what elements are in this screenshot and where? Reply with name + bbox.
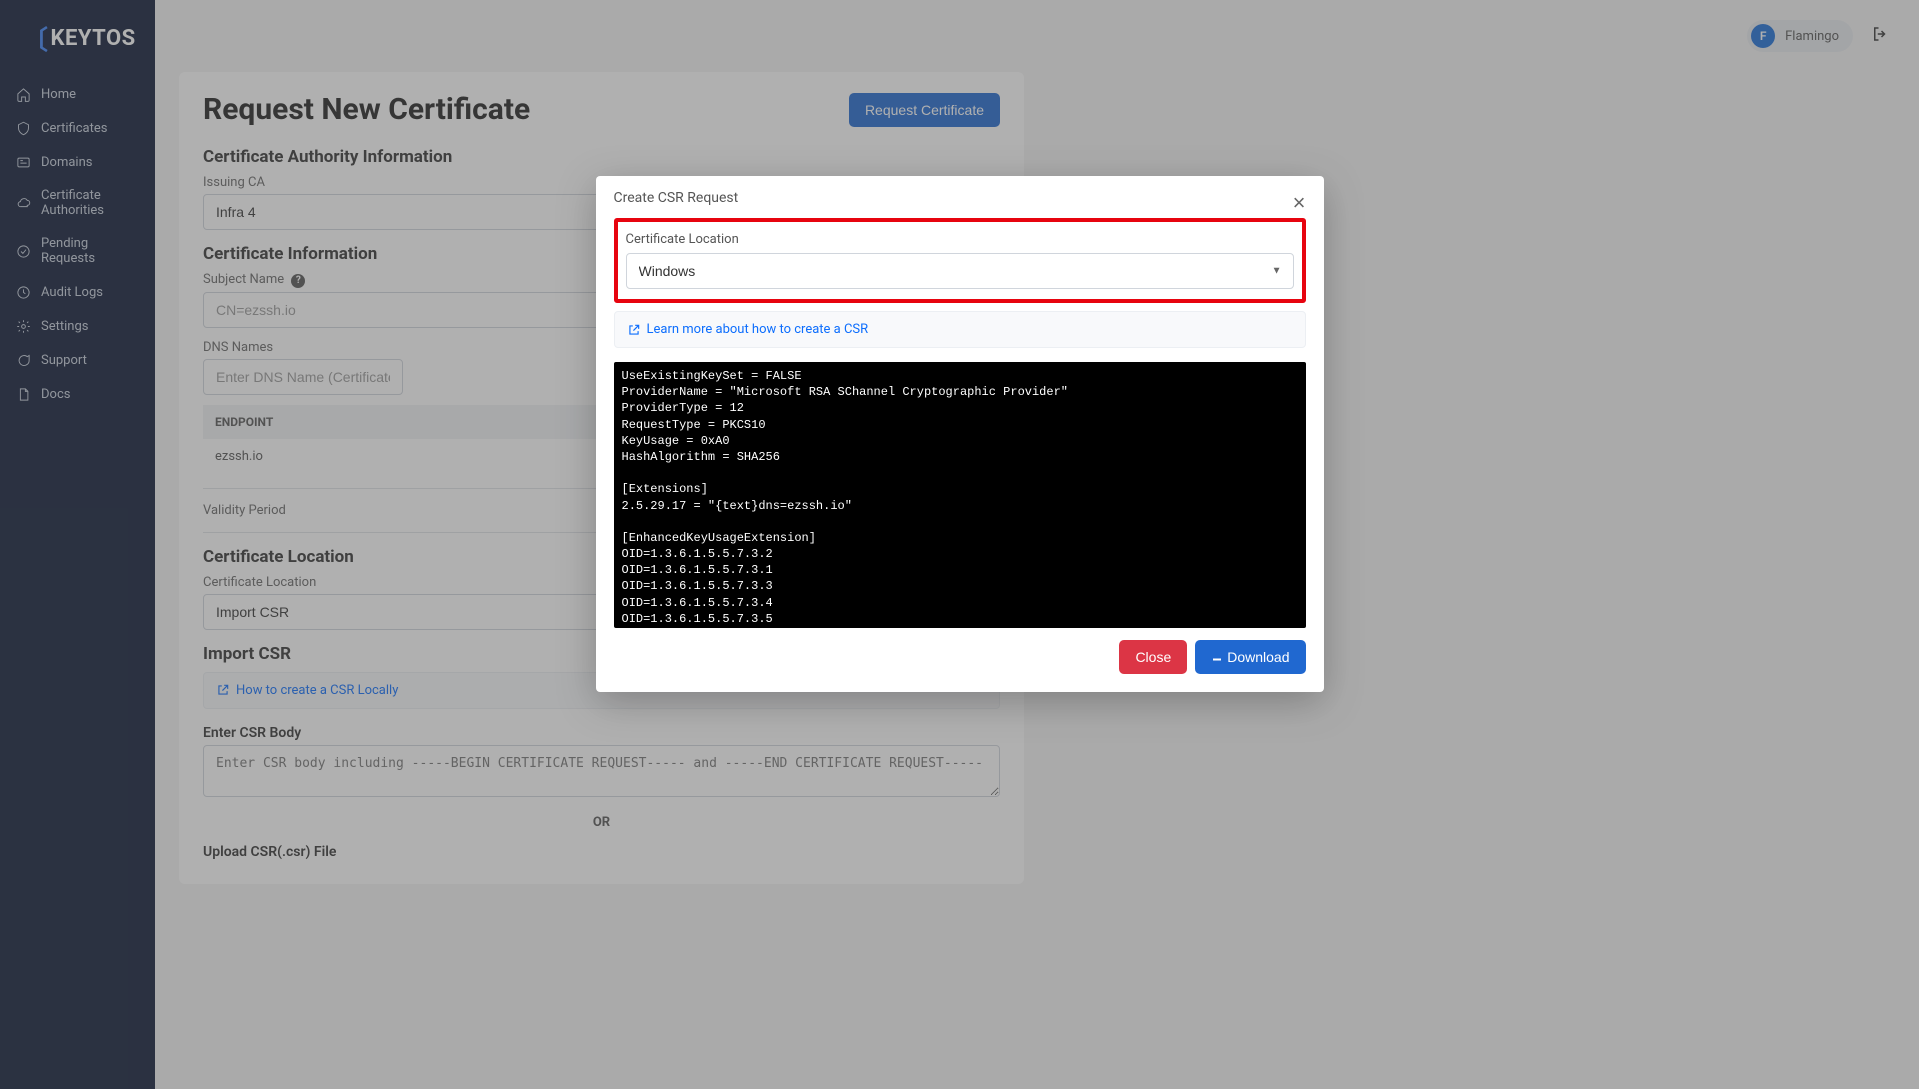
external-link-icon (627, 323, 641, 337)
modal-close-action-button[interactable]: Close (1119, 640, 1187, 674)
modal-overlay: Create CSR Request × Certificate Locatio… (0, 0, 1919, 1089)
csr-code-block[interactable]: UseExistingKeySet = FALSE ProviderName =… (614, 362, 1306, 628)
modal-cert-loc-select[interactable] (626, 253, 1294, 289)
modal-cert-loc-label: Certificate Location (626, 232, 1294, 247)
modal-title: Create CSR Request (614, 190, 1306, 206)
modal-close-button[interactable]: × (1293, 192, 1306, 214)
learn-more-box: Learn more about how to create a CSR (614, 311, 1306, 348)
create-csr-modal: Create CSR Request × Certificate Locatio… (596, 176, 1324, 692)
download-icon (1211, 649, 1223, 665)
cert-location-highlight: Certificate Location ▼ (614, 218, 1306, 303)
modal-download-button[interactable]: Download (1195, 640, 1305, 674)
learn-more-link[interactable]: Learn more about how to create a CSR (647, 322, 869, 337)
